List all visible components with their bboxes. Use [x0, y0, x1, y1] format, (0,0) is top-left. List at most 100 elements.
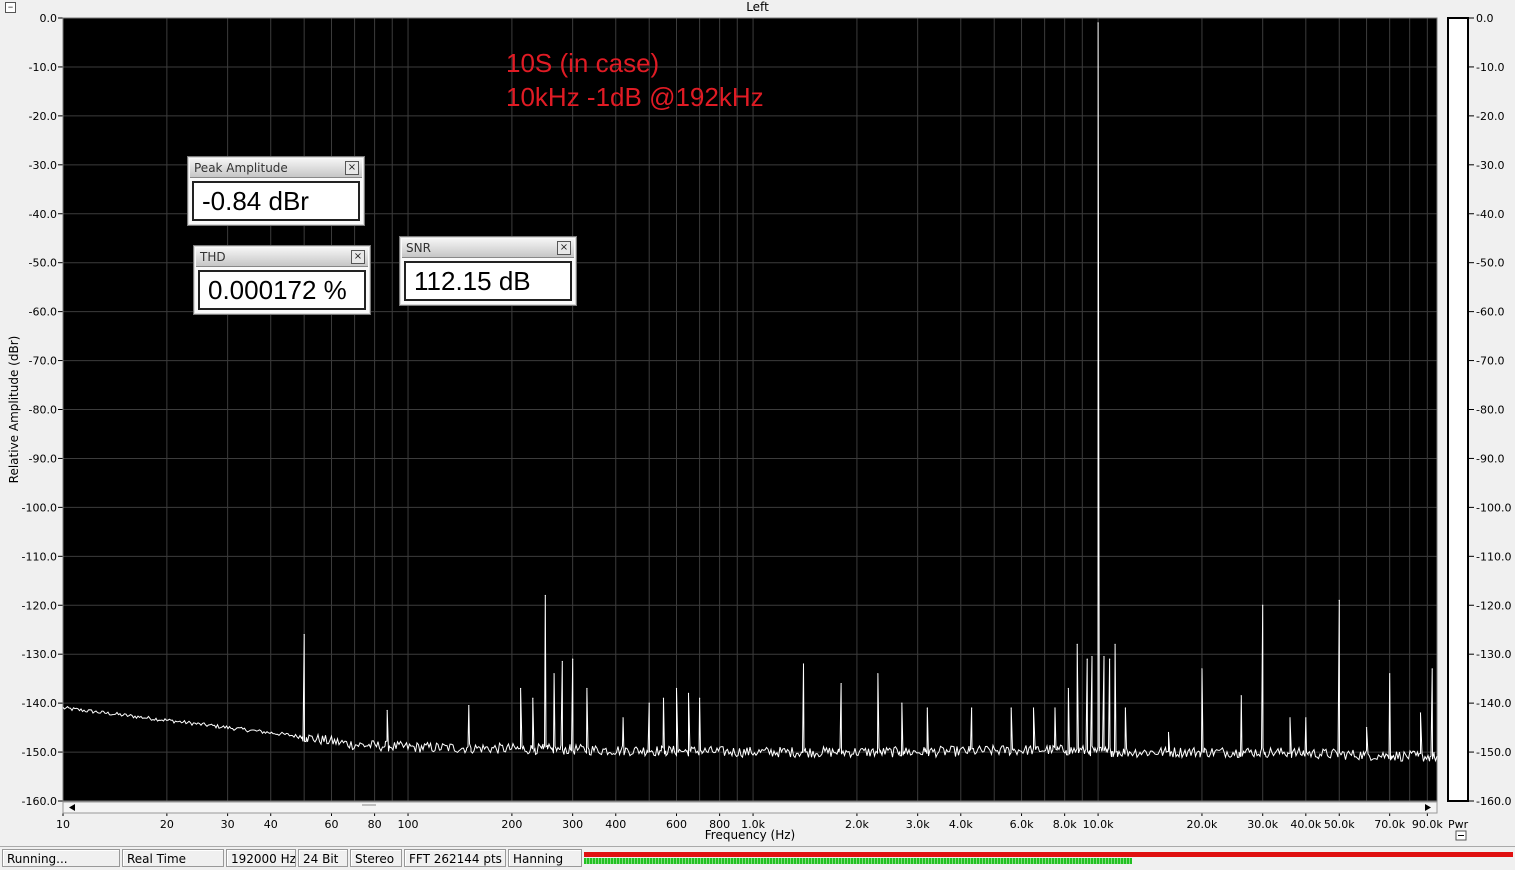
thd-value: 0.000172 % [198, 270, 366, 310]
right-tick-label: -120.0 [1476, 599, 1511, 612]
meter-header[interactable]: Peak Amplitude × [190, 159, 362, 178]
y-tick-label: -140.0 [22, 697, 57, 710]
thd-meter[interactable]: THD × 0.000172 % [193, 245, 371, 315]
close-icon[interactable]: × [557, 241, 571, 255]
status-sample-rate: 192000 Hz [226, 849, 296, 867]
y-tick-label: -50.0 [29, 257, 57, 270]
x-tick-label: 80 [368, 818, 382, 831]
y-tick-label: -40.0 [29, 208, 57, 221]
meter-title: Peak Amplitude [194, 161, 288, 175]
level-meter-top-bar [584, 852, 1513, 857]
close-icon[interactable]: × [351, 250, 365, 264]
peak-point [926, 707, 928, 709]
meter-header[interactable]: SNR × [402, 239, 574, 258]
peak-point [1365, 726, 1368, 729]
x-tick-label: 3.0k [906, 818, 930, 831]
power-meter-bar [1447, 17, 1469, 802]
y-tick-label: -70.0 [29, 355, 57, 368]
status-state: Running... [2, 849, 120, 867]
y-tick-label: -30.0 [29, 159, 57, 172]
y-tick-label: -10.0 [29, 61, 57, 74]
power-axis-label: Pwr [1448, 818, 1469, 831]
right-tick-label: -70.0 [1476, 355, 1504, 368]
y-tick-label: -60.0 [29, 306, 57, 319]
y-tick-label: -160.0 [22, 795, 57, 808]
peak-point [1262, 604, 1264, 606]
peak-point [1010, 707, 1012, 709]
x-tick-label: 30.0k [1247, 818, 1278, 831]
y-axis-label: Relative Amplitude (dBr) [7, 336, 21, 484]
right-tick-label: -30.0 [1476, 159, 1504, 172]
x-tick-label: 6.0k [1010, 818, 1034, 831]
status-fft: FFT 262144 pts [404, 849, 506, 867]
peak-amplitude-value: -0.84 dBr [192, 181, 360, 221]
x-tick-label: 30 [221, 818, 235, 831]
peak-point [1091, 656, 1093, 658]
y-tick-label: 0.0 [40, 12, 58, 25]
peak-point [532, 697, 534, 699]
peak-point [662, 697, 665, 699]
x-tick-label: 20 [160, 818, 174, 831]
peak-point [840, 682, 842, 685]
peak-point [1097, 22, 1099, 24]
right-tick-label: -80.0 [1476, 404, 1504, 417]
peak-point [675, 687, 678, 690]
x-tick-label: 10 [56, 818, 70, 831]
x-tick-label: 50.0k [1324, 818, 1355, 831]
status-mode: Real Time [122, 849, 224, 867]
peak-point [1054, 707, 1056, 709]
x-tick-label: 40.0k [1290, 818, 1321, 831]
x-tick-label: 2.0k [845, 818, 869, 831]
right-tick-label: -40.0 [1476, 208, 1504, 221]
level-meter-bottom-bar [584, 858, 1133, 864]
peak-point [699, 697, 701, 699]
y-tick-label: -120.0 [22, 599, 57, 612]
x-scrollbar [62, 801, 1438, 814]
right-tick-label: -60.0 [1476, 306, 1504, 319]
x-tick-label: 20.0k [1187, 818, 1218, 831]
right-tick-label: -150.0 [1476, 746, 1511, 759]
snr-meter[interactable]: SNR × 112.15 dB [399, 236, 577, 306]
right-tick-label: -110.0 [1476, 550, 1511, 563]
close-icon[interactable]: × [345, 161, 359, 175]
x-tick-label: 100 [398, 818, 419, 831]
peak-point [1201, 668, 1203, 670]
snr-value: 112.15 dB [404, 261, 572, 301]
y-tick-label: -80.0 [29, 404, 57, 417]
y-tick-label: -110.0 [22, 550, 57, 563]
peak-point [1338, 599, 1340, 601]
right-tick-label: -90.0 [1476, 452, 1504, 465]
annotation-text: 10kHz -1dB @192kHz [506, 82, 764, 112]
peak-point [971, 707, 973, 709]
peak-point [1076, 643, 1078, 646]
meter-header[interactable]: THD × [196, 248, 368, 267]
right-tick-label: -10.0 [1476, 61, 1504, 74]
peak-point [1167, 731, 1170, 734]
right-tick-label: -130.0 [1476, 648, 1511, 661]
status-bar: Running... Real Time 192000 Hz 24 Bit St… [0, 846, 1515, 870]
peak-point [1305, 717, 1307, 719]
peak-point [802, 663, 805, 665]
right-tick-label: 0.0 [1476, 12, 1494, 25]
annotation-text: 10S (in case) [506, 48, 659, 78]
right-tick-label: -50.0 [1476, 257, 1504, 270]
y-tick-label: -20.0 [29, 110, 57, 123]
peak-point [901, 702, 903, 704]
x-tick-label: 300 [562, 818, 583, 831]
peak-point [1109, 658, 1111, 660]
right-tick-label: -100.0 [1476, 501, 1511, 514]
x-tick-label: 10.0k [1083, 818, 1114, 831]
peak-point [1124, 707, 1127, 709]
peak-point [1419, 712, 1422, 714]
x-tick-label: 60 [324, 818, 338, 831]
x-tick-label: 600 [666, 818, 687, 831]
y-tick-label: -150.0 [22, 746, 57, 759]
peak-point [520, 687, 522, 690]
peak-point [1032, 707, 1035, 709]
peak-point [468, 704, 470, 707]
peak-amplitude-meter[interactable]: Peak Amplitude × -0.84 dBr [187, 156, 365, 226]
peak-point [1389, 673, 1391, 675]
peak-point [622, 717, 624, 719]
x-tick-label: 70.0k [1374, 818, 1405, 831]
meter-title: SNR [406, 241, 431, 255]
